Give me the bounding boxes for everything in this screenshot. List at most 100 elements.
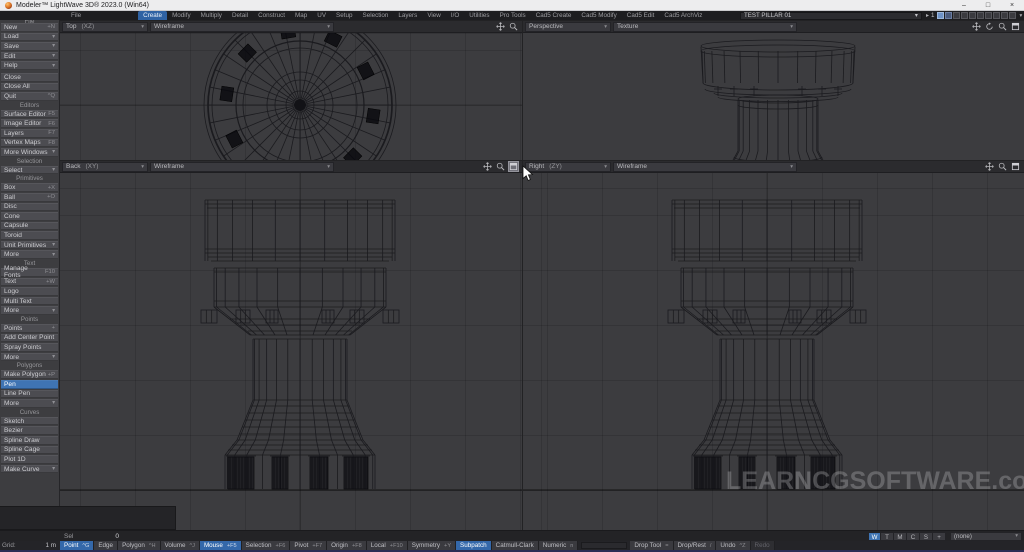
preset-dropdown[interactable]: (none) ▾ xyxy=(950,531,1022,541)
layer-cell-2[interactable] xyxy=(945,12,953,19)
menu-tab-cad5-modify[interactable]: Cad5 Modify xyxy=(576,11,621,20)
sidebar-item-sketch[interactable]: Sketch xyxy=(1,416,58,426)
sidebar-item-spline-cage[interactable]: Spline Cage xyxy=(1,445,58,455)
status-button-pivot[interactable]: Pivot +F7 xyxy=(290,541,328,550)
pan-icon[interactable] xyxy=(985,162,994,171)
status-button-subpatch[interactable]: Subpatch xyxy=(456,541,492,550)
sidebar-item-line-pen[interactable]: Line Pen xyxy=(1,389,58,399)
status-button-numeric[interactable]: Numeric n xyxy=(538,541,579,550)
view-mode-button-add[interactable]: + xyxy=(933,531,946,541)
menu-tab-setup[interactable]: Setup xyxy=(331,11,357,20)
status-button-symmetry[interactable]: Symmetry +Y xyxy=(407,541,457,550)
sidebar-item-cone[interactable]: Cone xyxy=(1,212,58,221)
sidebar-item-close[interactable]: Close xyxy=(1,72,58,82)
viewport-type-dropdown-top[interactable]: Top (XZ) ▾ xyxy=(62,21,148,32)
viewport-top[interactable] xyxy=(60,33,522,160)
zoom-icon[interactable] xyxy=(998,22,1007,31)
zoom-icon[interactable] xyxy=(509,22,518,31)
status-button-mouse[interactable]: Mouse +F5 xyxy=(199,541,242,550)
sidebar-item-pen[interactable]: Pen xyxy=(1,380,58,389)
sidebar-item-save[interactable]: Save ▾ xyxy=(1,42,58,51)
layer-cell-1[interactable] xyxy=(937,12,945,19)
layer-bank-chevron-icon[interactable]: ▾ xyxy=(1019,13,1022,19)
status-button-redo[interactable]: Redo xyxy=(750,541,775,550)
menu-tab-selection[interactable]: Selection xyxy=(358,11,394,20)
pan-icon[interactable] xyxy=(972,22,981,31)
viewport-perspective[interactable] xyxy=(523,33,1024,160)
rotate-icon[interactable] xyxy=(985,22,994,31)
menu-tab-i-o[interactable]: I/O xyxy=(446,11,464,20)
sidebar-item-disc[interactable]: Disc xyxy=(1,202,58,212)
status-button-drop-tool[interactable]: Drop Tool = xyxy=(630,541,674,550)
zoom-icon[interactable] xyxy=(998,162,1007,171)
sidebar-item-layers[interactable]: Layers F7 xyxy=(1,128,58,138)
sidebar-item-help[interactable]: Help ▾ xyxy=(1,61,58,70)
expand-icon[interactable] xyxy=(1011,22,1020,31)
layer-nav-arrow-icon[interactable]: ▸ xyxy=(926,12,929,19)
sidebar-item-image-editor[interactable]: Image Editor F6 xyxy=(1,119,58,128)
menu-tab-pro-tools[interactable]: Pro Tools xyxy=(495,11,531,20)
menu-tab-modify[interactable]: Modify xyxy=(167,11,196,20)
viewport-type-dropdown-perspective[interactable]: Perspective ▾ xyxy=(525,21,611,32)
layer-cell-5[interactable] xyxy=(969,12,977,19)
status-button-volume[interactable]: Volume ^J xyxy=(160,541,200,550)
viewport-type-dropdown-back[interactable]: Back (XY) ▾ xyxy=(62,161,148,172)
numeric-input[interactable] xyxy=(581,542,628,549)
sidebar-item-more[interactable]: More ▾ xyxy=(1,352,58,362)
sidebar-item-select[interactable]: Select ▾ xyxy=(1,165,58,175)
sidebar-item-box[interactable]: Box +X xyxy=(1,183,58,192)
pan-icon[interactable] xyxy=(483,162,492,171)
viewport-type-dropdown-right[interactable]: Right (ZY) ▾ xyxy=(525,161,611,172)
status-button-edge[interactable]: Edge xyxy=(94,541,119,550)
sidebar-item-more[interactable]: More ▾ xyxy=(1,250,58,260)
menu-tab-cad5-edit[interactable]: Cad5 Edit xyxy=(622,11,660,20)
viewport-mode-dropdown-top[interactable]: Wireframe ▾ xyxy=(150,21,334,32)
sidebar-item-toroid[interactable]: Toroid xyxy=(1,231,58,240)
menu-tab-cad5-create[interactable]: Cad5 Create xyxy=(531,11,577,20)
sidebar-item-capsule[interactable]: Capsule xyxy=(1,221,58,231)
expand-icon[interactable] xyxy=(508,161,519,172)
layer-cell-8[interactable] xyxy=(993,12,1001,19)
sidebar-item-make-curve[interactable]: Make Curve ▾ xyxy=(1,464,58,474)
view-mode-button-c[interactable]: C xyxy=(907,531,920,541)
layer-cell-4[interactable] xyxy=(961,12,969,19)
menu-tab-view[interactable]: View xyxy=(422,11,446,20)
sidebar-item-load[interactable]: Load ▾ xyxy=(1,32,58,42)
sidebar-item-multi-text[interactable]: Multi Text xyxy=(1,296,58,306)
layer-cell-10[interactable] xyxy=(1009,12,1017,19)
status-button-catmull-clark[interactable]: Catmull-Clark xyxy=(491,541,539,550)
viewport-mode-dropdown-back[interactable]: Wireframe ▾ xyxy=(150,161,334,172)
view-mode-button-t[interactable]: T xyxy=(881,531,894,541)
sidebar-item-vertex-maps[interactable]: Vertex Maps F8 xyxy=(1,138,58,148)
sidebar-item-more-windows[interactable]: More Windows ▾ xyxy=(1,148,58,157)
menu-tab-detail[interactable]: Detail xyxy=(227,11,253,20)
sidebar-item-make-polygon[interactable]: Make Polygon +P xyxy=(1,370,58,379)
sidebar-item-logo[interactable]: Logo xyxy=(1,287,58,296)
menu-tab-file[interactable]: File xyxy=(66,11,86,20)
maximize-icon[interactable]: □ xyxy=(976,0,1000,10)
sidebar-item-bezier[interactable]: Bezier xyxy=(1,426,58,435)
layer-cell-9[interactable] xyxy=(1001,12,1009,19)
menu-tab-utilities[interactable]: Utilities xyxy=(464,11,494,20)
view-mode-button-s[interactable]: S xyxy=(920,531,933,541)
object-selector-dropdown[interactable]: TEST PILLAR 01 ▾ xyxy=(740,11,922,20)
status-button-local[interactable]: Local +F10 xyxy=(366,541,408,550)
layer-cell-3[interactable] xyxy=(953,12,961,19)
status-button-drop-rest[interactable]: Drop/Rest / xyxy=(673,541,717,550)
sidebar-item-spray-points[interactable]: Spray Points xyxy=(1,343,58,352)
sidebar-item-quit[interactable]: Quit ^Q xyxy=(1,92,58,101)
menu-tab-uv[interactable]: UV xyxy=(312,11,331,20)
viewport-right[interactable] xyxy=(523,173,1024,530)
sidebar-item-add-center-point[interactable]: Add Center Point xyxy=(1,333,58,343)
sidebar-item-edit[interactable]: Edit ▾ xyxy=(1,51,58,61)
expand-icon[interactable] xyxy=(1011,162,1020,171)
zoom-icon[interactable] xyxy=(496,162,505,171)
pan-icon[interactable] xyxy=(496,22,505,31)
viewport-mode-dropdown-right[interactable]: Wireframe ▾ xyxy=(613,161,797,172)
viewport-back[interactable] xyxy=(60,173,522,530)
sidebar-item-points[interactable]: Points + xyxy=(1,324,58,333)
menu-tab-create[interactable]: Create xyxy=(138,11,168,20)
sidebar-item-unit-primitives[interactable]: Unit Primitives ▾ xyxy=(1,240,58,250)
sidebar-item-close-all[interactable]: Close All xyxy=(1,82,58,92)
status-button-polygon[interactable]: Polygon ^H xyxy=(118,541,161,550)
